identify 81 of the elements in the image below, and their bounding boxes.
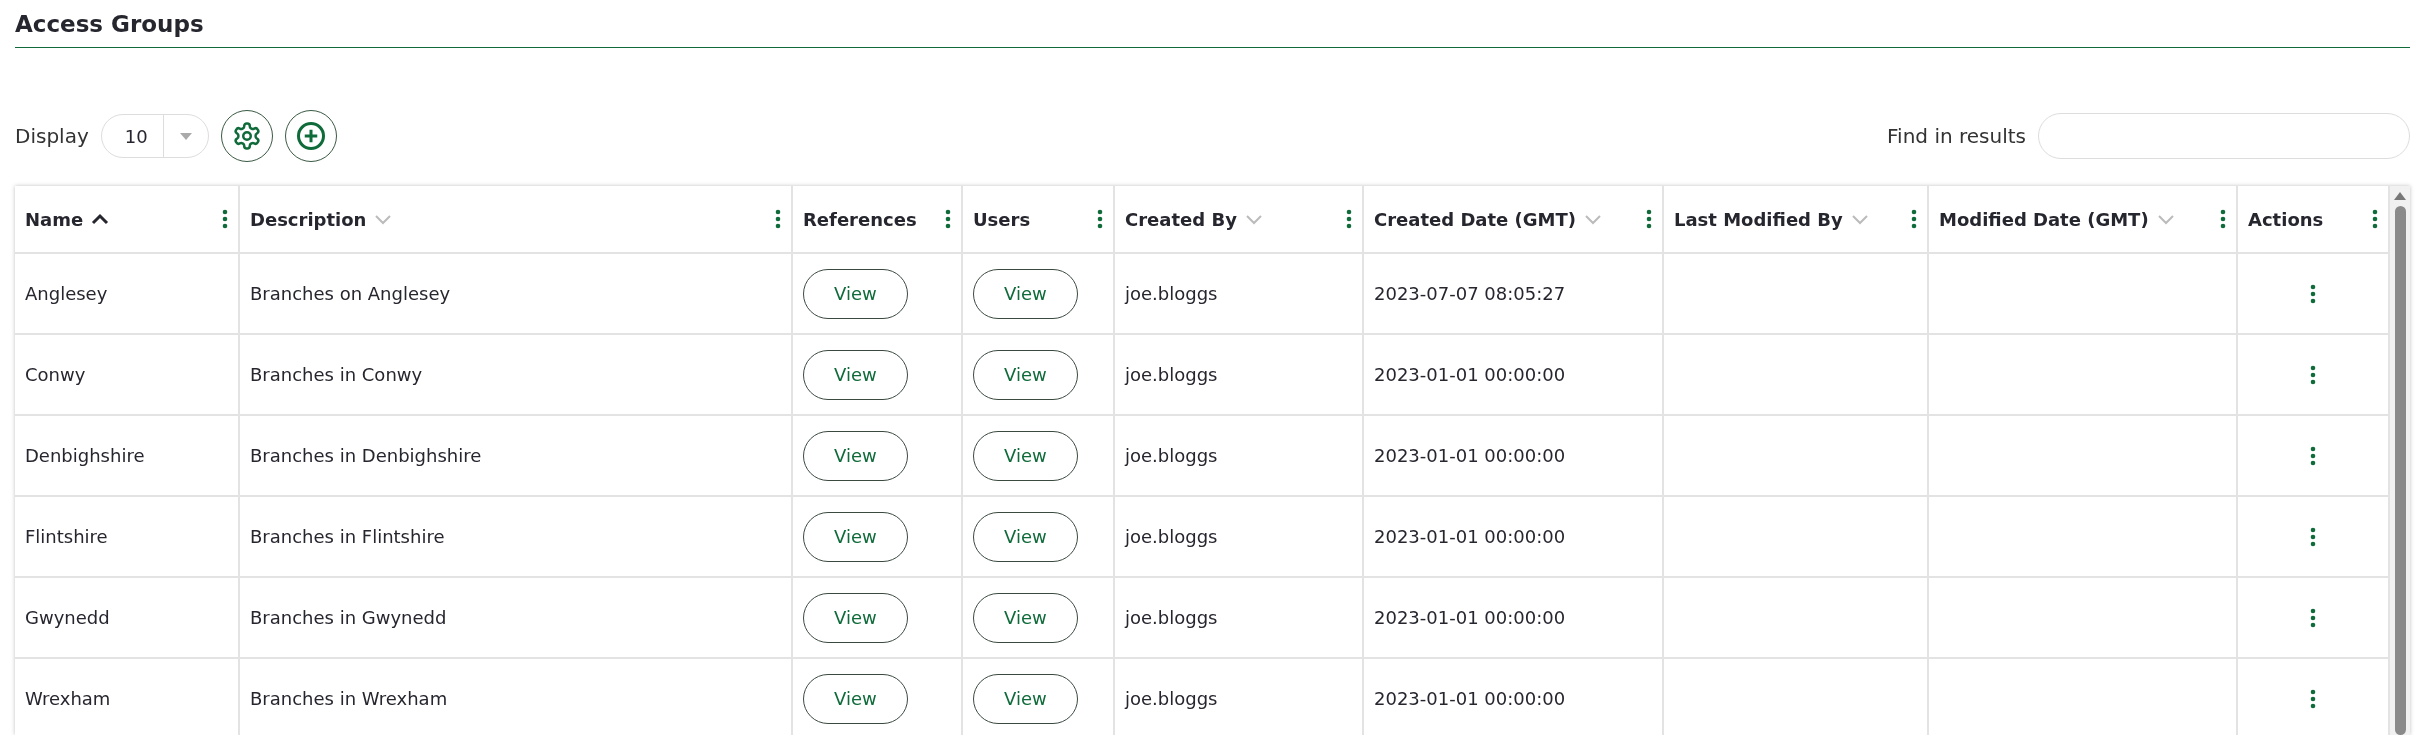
column-header-label: Created By bbox=[1125, 208, 1237, 230]
column-menu-icon[interactable] bbox=[1346, 209, 1352, 229]
row-actions-icon[interactable] bbox=[2310, 283, 2316, 304]
table-cell-text: joe.bloggs bbox=[1125, 283, 1218, 304]
table-cell-text: joe.bloggs bbox=[1125, 607, 1218, 628]
scrollbar[interactable] bbox=[2390, 186, 2410, 735]
column-header-label: Modified Date (GMT) bbox=[1939, 208, 2149, 230]
dropdown-caret-icon bbox=[179, 132, 192, 140]
view-button[interactable]: View bbox=[973, 673, 1078, 724]
table-cell-text: 2023-01-01 00:00:00 bbox=[1374, 445, 1566, 466]
table-cell-text: Branches in Denbighshire bbox=[250, 445, 482, 466]
table-cell-text: Branches in Conwy bbox=[250, 364, 423, 385]
view-button[interactable]: View bbox=[803, 268, 908, 319]
table-cell-text: 2023-07-07 08:05:27 bbox=[1374, 283, 1566, 304]
row-actions-icon[interactable] bbox=[2310, 607, 2316, 628]
table-cell-text: joe.bloggs bbox=[1125, 526, 1218, 547]
view-button[interactable]: View bbox=[803, 673, 908, 724]
display-label: Display bbox=[15, 124, 89, 148]
column-menu-icon[interactable] bbox=[1911, 209, 1917, 229]
column-header-label: Last Modified By bbox=[1674, 208, 1843, 230]
settings-button[interactable] bbox=[220, 110, 273, 162]
table-cell-text: Branches in Wrexham bbox=[250, 688, 448, 709]
view-button[interactable]: View bbox=[973, 592, 1078, 643]
column-menu-icon[interactable] bbox=[2372, 209, 2378, 229]
table-cell-text: 2023-01-01 00:00:00 bbox=[1374, 688, 1566, 709]
table-cell-text: Branches on Anglesey bbox=[250, 283, 451, 304]
table-cell-text: Flintshire bbox=[25, 526, 108, 547]
scrollbar-thumb[interactable] bbox=[2394, 206, 2406, 735]
table-cell-text: Wrexham bbox=[25, 688, 111, 709]
column-header[interactable]: Created Date (GMT) bbox=[1364, 186, 1664, 252]
sort-ascending-icon[interactable] bbox=[91, 213, 110, 225]
column-menu-icon[interactable] bbox=[1646, 209, 1652, 229]
add-icon bbox=[295, 121, 326, 151]
view-button[interactable]: View bbox=[803, 592, 908, 643]
column-header-label: Name bbox=[25, 208, 84, 230]
column-header[interactable]: Name bbox=[15, 186, 240, 252]
view-button[interactable]: View bbox=[803, 349, 908, 400]
column-menu-icon[interactable] bbox=[1097, 209, 1103, 229]
column-header-label: Created Date (GMT) bbox=[1374, 208, 1576, 230]
column-header[interactable]: Users bbox=[963, 186, 1115, 252]
row-actions-icon[interactable] bbox=[2310, 688, 2316, 709]
column-header-label: References bbox=[803, 208, 917, 230]
table-cell-text: joe.bloggs bbox=[1125, 445, 1218, 466]
table-cell-text: Anglesey bbox=[25, 283, 108, 304]
row-actions-icon[interactable] bbox=[2310, 445, 2316, 466]
table-cell-text: joe.bloggs bbox=[1125, 688, 1218, 709]
table-cell-text: joe.bloggs bbox=[1125, 364, 1218, 385]
view-button[interactable]: View bbox=[803, 511, 908, 562]
column-menu-icon[interactable] bbox=[2220, 209, 2226, 229]
column-menu-icon[interactable] bbox=[775, 209, 781, 229]
view-button[interactable]: View bbox=[803, 430, 908, 481]
table-cell-text: Denbighshire bbox=[25, 445, 145, 466]
table-cell-text: Branches in Gwynedd bbox=[250, 607, 447, 628]
column-header[interactable]: References bbox=[793, 186, 963, 252]
table-cell-text: Gwynedd bbox=[25, 607, 110, 628]
table-cell-text: Branches in Flintshire bbox=[250, 526, 445, 547]
column-header[interactable]: Description bbox=[240, 186, 793, 252]
table-cell-text: 2023-01-01 00:00:00 bbox=[1374, 526, 1566, 547]
column-menu-icon[interactable] bbox=[222, 209, 228, 229]
row-actions-icon[interactable] bbox=[2310, 364, 2316, 385]
view-button[interactable]: View bbox=[973, 511, 1078, 562]
row-actions-icon[interactable] bbox=[2310, 526, 2316, 547]
search-field[interactable] bbox=[2038, 113, 2410, 159]
add-button[interactable] bbox=[284, 110, 337, 162]
view-button[interactable]: View bbox=[973, 349, 1078, 400]
view-button[interactable]: View bbox=[973, 430, 1078, 481]
column-header-label: Users bbox=[973, 208, 1031, 230]
column-header-label: Description bbox=[250, 208, 367, 230]
view-button[interactable]: View bbox=[973, 268, 1078, 319]
table-cell-text: 2023-01-01 00:00:00 bbox=[1374, 607, 1566, 628]
table-cell-text: Conwy bbox=[25, 364, 86, 385]
table-cell-text: 2023-01-01 00:00:00 bbox=[1374, 364, 1566, 385]
settings-icon bbox=[231, 121, 262, 151]
column-header[interactable]: Created By bbox=[1115, 186, 1364, 252]
scroll-up-icon[interactable] bbox=[2394, 192, 2406, 200]
search-label: Find in results bbox=[1887, 124, 2026, 148]
column-header-label: Actions bbox=[2248, 208, 2324, 230]
column-menu-icon[interactable] bbox=[945, 209, 951, 229]
column-header[interactable]: Last Modified By bbox=[1664, 186, 1929, 252]
page-title: Access Groups bbox=[15, 0, 2410, 48]
column-header[interactable]: Modified Date (GMT) bbox=[1929, 186, 2238, 252]
